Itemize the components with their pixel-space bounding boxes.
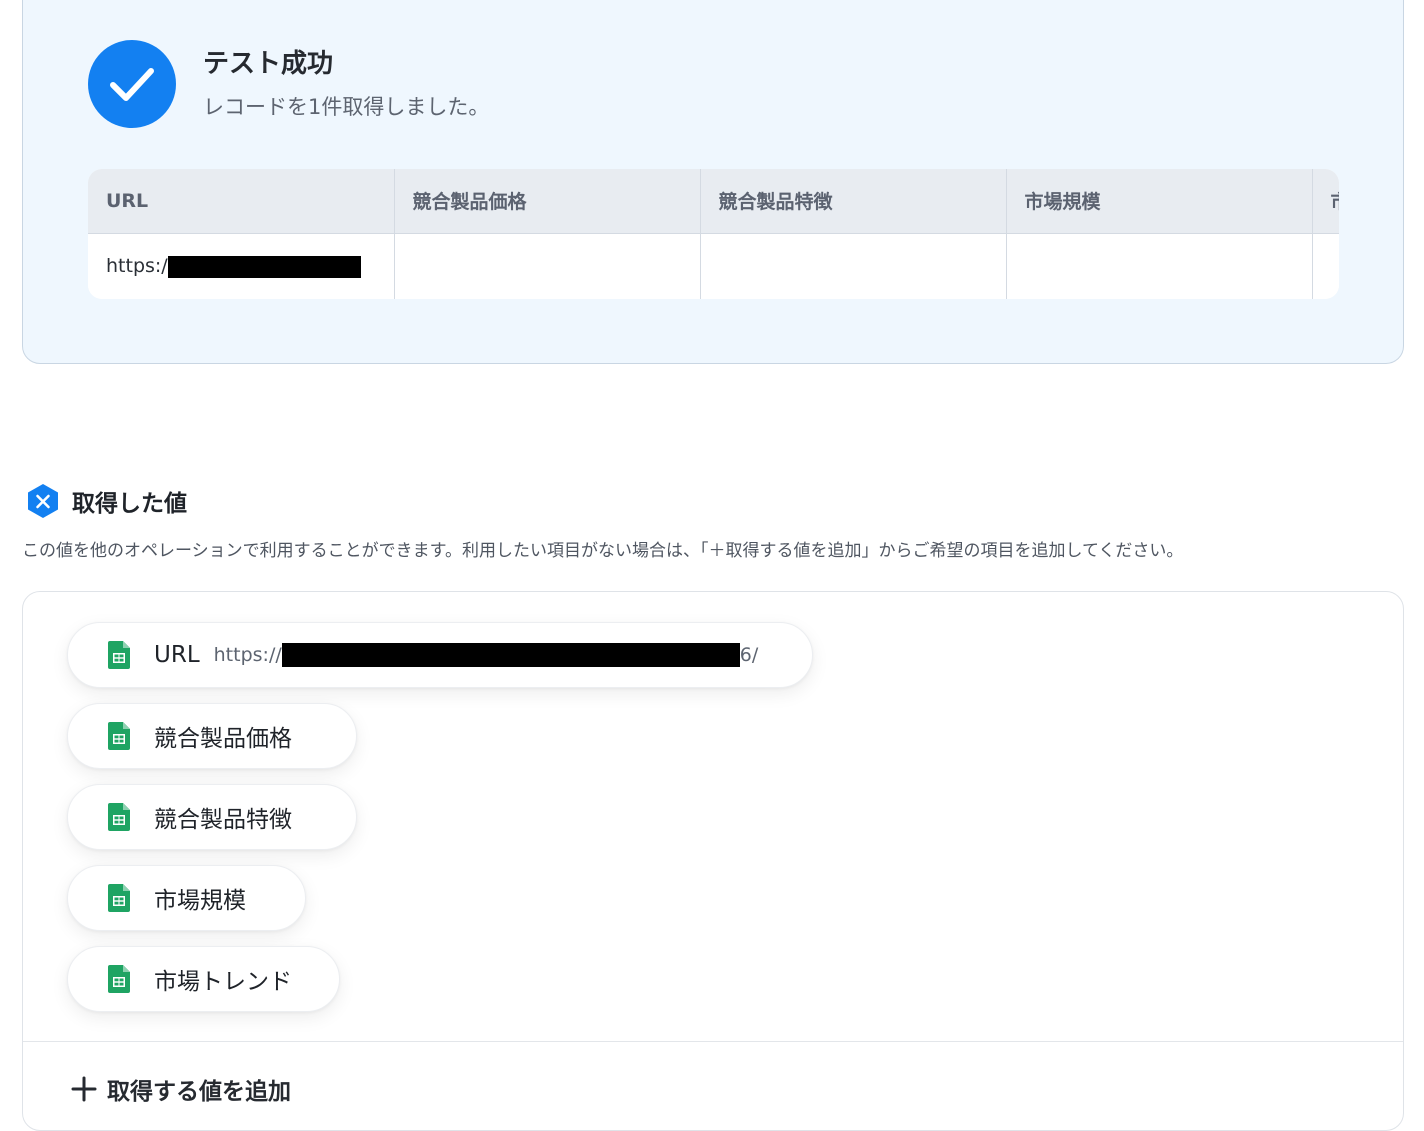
google-sheets-icon: [108, 884, 130, 912]
cell-market-trend: [1312, 233, 1339, 299]
value-chip-label: 市場トレンド: [154, 969, 292, 995]
redacted-block: [167, 255, 361, 278]
obtained-values-title: 取得した値: [72, 491, 187, 517]
column-header-competitor-price: 競合製品価格: [394, 169, 701, 234]
column-header-market-trend: 市: [1312, 169, 1339, 234]
value-chip-label: 競合製品価格: [154, 726, 292, 752]
redacted-block: [281, 643, 740, 667]
cell-competitor-price: [394, 233, 701, 299]
value-chip-label: 競合製品特徴: [154, 807, 292, 833]
check-circle-icon: [88, 40, 176, 128]
google-sheets-icon: [108, 641, 130, 669]
obtained-values-panel: URL https:// 6/ 競合製品価格 競合製品特徴 市場規模 市場トレン…: [22, 591, 1404, 1131]
value-chip-sample-suffix: 6/: [739, 644, 759, 666]
value-chip-competitor-price[interactable]: 競合製品価格: [67, 703, 357, 769]
value-chip-market-trend[interactable]: 市場トレンド: [67, 946, 340, 1012]
cell-competitor-features: [700, 233, 1007, 299]
table-row: https:/: [88, 233, 1339, 299]
google-sheets-icon: [108, 722, 130, 750]
table-header-row: URL 競合製品価格 競合製品特徴 市場規模 市: [88, 169, 1339, 234]
google-sheets-icon: [108, 803, 130, 831]
google-sheets-icon: [108, 965, 130, 993]
variable-x-icon: [28, 484, 58, 518]
value-chip-label: URL: [154, 642, 200, 668]
column-header-url: URL: [88, 169, 395, 234]
obtained-values-description: この値を他のオペレーションで利用することができます。利用したい項目がない場合は、…: [22, 541, 1184, 561]
value-chip-label: 市場規模: [154, 888, 246, 914]
value-chip-sample: https:// 6/: [213, 643, 759, 667]
obtained-values-heading: 取得した値: [24, 482, 187, 520]
success-title: テスト成功: [203, 49, 334, 79]
value-chip-sample-prefix: https://: [213, 644, 282, 666]
cell-url: https:/: [88, 233, 395, 299]
column-header-competitor-features: 競合製品特徴: [700, 169, 1007, 234]
test-success-panel: テスト成功 レコードを1件取得しました。 URL 競合製品価格 競合製品特徴 市…: [22, 0, 1404, 364]
success-subtitle: レコードを1件取得しました。: [203, 95, 490, 119]
value-chip-market-size[interactable]: 市場規模: [67, 865, 306, 931]
panel-divider: [23, 1041, 1403, 1042]
value-chip-competitor-features[interactable]: 競合製品特徴: [67, 784, 357, 850]
column-header-market-size: 市場規模: [1006, 169, 1313, 234]
plus-icon: [71, 1076, 97, 1102]
add-value-label: 取得する値を追加: [107, 1079, 291, 1105]
cell-url-text: https:/: [106, 255, 168, 277]
result-table: URL 競合製品価格 競合製品特徴 市場規模 市 https:/: [88, 169, 1339, 299]
result-table-scroll[interactable]: URL 競合製品価格 競合製品特徴 市場規模 市 https:/: [88, 169, 1339, 299]
add-value-button[interactable]: 取得する値を追加: [71, 1072, 291, 1106]
cell-market-size: [1006, 233, 1313, 299]
value-chip-url[interactable]: URL https:// 6/: [67, 622, 813, 688]
